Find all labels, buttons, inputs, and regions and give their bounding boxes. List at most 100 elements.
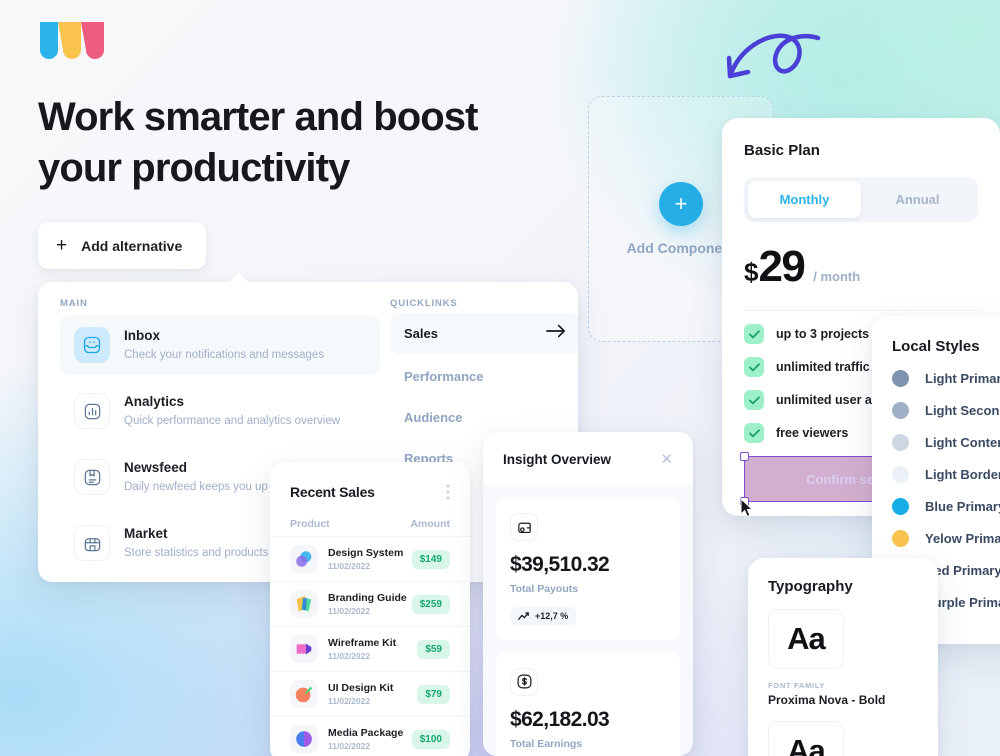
product-amount: $100 bbox=[411, 729, 450, 749]
wallet-icon bbox=[510, 513, 538, 541]
curved-loop-arrow-icon bbox=[726, 33, 821, 79]
insight-header: Insight Overview ✕ bbox=[483, 432, 693, 485]
list-item[interactable]: Light Content bbox=[892, 434, 1000, 451]
list-item[interactable]: Blue Primary bbox=[892, 498, 1000, 515]
quicklink-sales[interactable]: Sales bbox=[390, 313, 578, 354]
list-item[interactable]: Light Primary bbox=[892, 370, 1000, 387]
quicklink-label: Audience bbox=[404, 410, 463, 425]
metric-value: $39,510.32 bbox=[510, 553, 610, 576]
product-date: 11/02/2022 bbox=[328, 561, 371, 572]
hero-section: Work smarter and boost your productivity… bbox=[38, 20, 598, 269]
style-label: Light Content bbox=[925, 435, 1000, 450]
ui-design-kit-icon bbox=[290, 680, 318, 708]
style-label: Light Border bbox=[925, 467, 1000, 482]
insight-metric-earnings: $62,182.03 Total Earnings +5,1 % bbox=[496, 651, 680, 756]
metric-value: $62,182.03 bbox=[510, 707, 610, 731]
quicklink-performance[interactable]: Performance bbox=[390, 358, 578, 395]
metric-label: Total Payouts bbox=[510, 583, 579, 595]
color-swatch bbox=[892, 498, 909, 515]
mouse-cursor bbox=[740, 498, 754, 518]
plan-feature-label: free viewers bbox=[776, 426, 849, 440]
color-swatch bbox=[892, 530, 909, 547]
table-row[interactable]: Design System 11/02/2022 $149 bbox=[270, 536, 470, 581]
product-name: UI Design Kit bbox=[328, 681, 394, 694]
add-alternative-label: Add alternative bbox=[81, 237, 183, 254]
insight-metric-payouts: $39,510.32 Total Payouts +12,7 % bbox=[496, 497, 680, 640]
sidebar-item-subtitle: Quick performance and analytics overview bbox=[124, 415, 341, 428]
menu-panel-notch bbox=[228, 272, 250, 284]
tab-annual[interactable]: Annual bbox=[861, 181, 974, 218]
list-item[interactable]: Light Secondary bbox=[892, 402, 1000, 419]
check-icon bbox=[744, 423, 764, 443]
sidebar-item-subtitle: Check your notifications and messages bbox=[124, 349, 325, 362]
sidebar-item-title: Inbox bbox=[124, 328, 160, 344]
add-component-label: Add Component bbox=[626, 240, 736, 256]
color-swatch bbox=[892, 402, 909, 419]
quicklink-audience[interactable]: Audience bbox=[390, 399, 578, 436]
product-amount: $59 bbox=[417, 639, 450, 659]
product-amount: $259 bbox=[411, 594, 450, 614]
font-family-label: Font Family bbox=[768, 681, 826, 690]
column-header-amount: Amount bbox=[410, 518, 450, 530]
insight-title: Insight Overview bbox=[503, 452, 612, 467]
style-label: Light Secondary bbox=[925, 403, 1000, 418]
add-alternative-button[interactable]: + Add alternative bbox=[38, 222, 207, 269]
list-item[interactable]: Yelow Primary bbox=[892, 530, 1000, 547]
arrow-right-icon bbox=[546, 324, 566, 343]
list-item[interactable]: Light Border bbox=[892, 466, 1000, 483]
table-row[interactable]: Media Package 11/02/2022 $100 bbox=[270, 716, 470, 756]
check-icon bbox=[744, 324, 764, 344]
add-component-plus-icon[interactable]: + bbox=[659, 182, 703, 226]
design-system-icon bbox=[290, 545, 318, 573]
plus-icon: + bbox=[56, 235, 68, 256]
sidebar-item-inbox[interactable]: Inbox Check your notifications and messa… bbox=[60, 315, 380, 375]
product-date: 11/02/2022 bbox=[328, 696, 371, 707]
quicklink-label: Sales bbox=[404, 326, 438, 341]
plan-title: Basic Plan bbox=[744, 142, 820, 159]
recent-sales-column-headers: Product Amount bbox=[270, 500, 470, 536]
newsfeed-icon bbox=[74, 459, 110, 495]
typography-panel: Typography Aa Font Family Proxima Nova -… bbox=[748, 558, 938, 756]
table-row[interactable]: Branding Guide 11/02/2022 $259 bbox=[270, 581, 470, 626]
kebab-menu-icon[interactable] bbox=[446, 484, 450, 500]
resize-handle-top-left[interactable] bbox=[740, 452, 749, 461]
price-period: / month bbox=[813, 269, 861, 284]
typography-title: Typography bbox=[768, 578, 853, 595]
table-row[interactable]: UI Design Kit 11/02/2022 $79 bbox=[270, 671, 470, 716]
product-name: Wireframe Kit bbox=[328, 636, 397, 649]
color-swatch bbox=[892, 466, 909, 483]
tab-monthly[interactable]: Monthly bbox=[748, 181, 861, 218]
trend-up-icon bbox=[518, 611, 529, 620]
analytics-icon bbox=[74, 393, 110, 429]
product-name: Media Package bbox=[328, 726, 404, 739]
product-name: Design System bbox=[328, 546, 404, 559]
product-amount: $149 bbox=[411, 549, 450, 569]
product-name: Branding Guide bbox=[328, 591, 407, 604]
dollar-coin-icon bbox=[510, 667, 538, 696]
price-amount: 29 bbox=[758, 242, 805, 291]
w-logo bbox=[40, 22, 104, 59]
check-icon bbox=[744, 390, 764, 410]
product-date: 11/02/2022 bbox=[328, 651, 371, 662]
branding-guide-icon bbox=[290, 590, 318, 618]
table-row[interactable]: Wireframe Kit 11/02/2022 $59 bbox=[270, 626, 470, 671]
close-icon[interactable]: ✕ bbox=[660, 452, 673, 467]
plan-price: $ 29 / month bbox=[744, 242, 978, 292]
style-label: Yelow Primary bbox=[925, 531, 1000, 546]
design-canvas: Work smarter and boost your productivity… bbox=[0, 0, 1000, 756]
style-label: Light Primary bbox=[925, 371, 1000, 386]
billing-period-toggle[interactable]: Monthly Annual bbox=[744, 177, 978, 222]
currency-symbol: $ bbox=[744, 257, 759, 287]
check-icon bbox=[744, 357, 764, 377]
insight-overview-card: Insight Overview ✕ $39,510.32 Total Payo… bbox=[483, 432, 693, 756]
wireframe-kit-icon bbox=[290, 635, 318, 663]
product-date: 11/02/2022 bbox=[328, 606, 371, 617]
font-family-value: Proxima Nova - Bold bbox=[768, 693, 886, 707]
quicklinks-label: QUICKLINKS bbox=[390, 298, 458, 309]
status-badge: +12,7 % bbox=[510, 607, 577, 625]
sidebar-item-analytics[interactable]: Analytics Quick performance and analytic… bbox=[60, 381, 380, 441]
product-date: 11/02/2022 bbox=[328, 741, 371, 752]
plus-icon: + bbox=[674, 191, 688, 216]
plan-feature-label: up to 3 projects bbox=[776, 327, 870, 341]
recent-sales-card: Recent Sales Product Amount Design Syste… bbox=[270, 462, 470, 756]
